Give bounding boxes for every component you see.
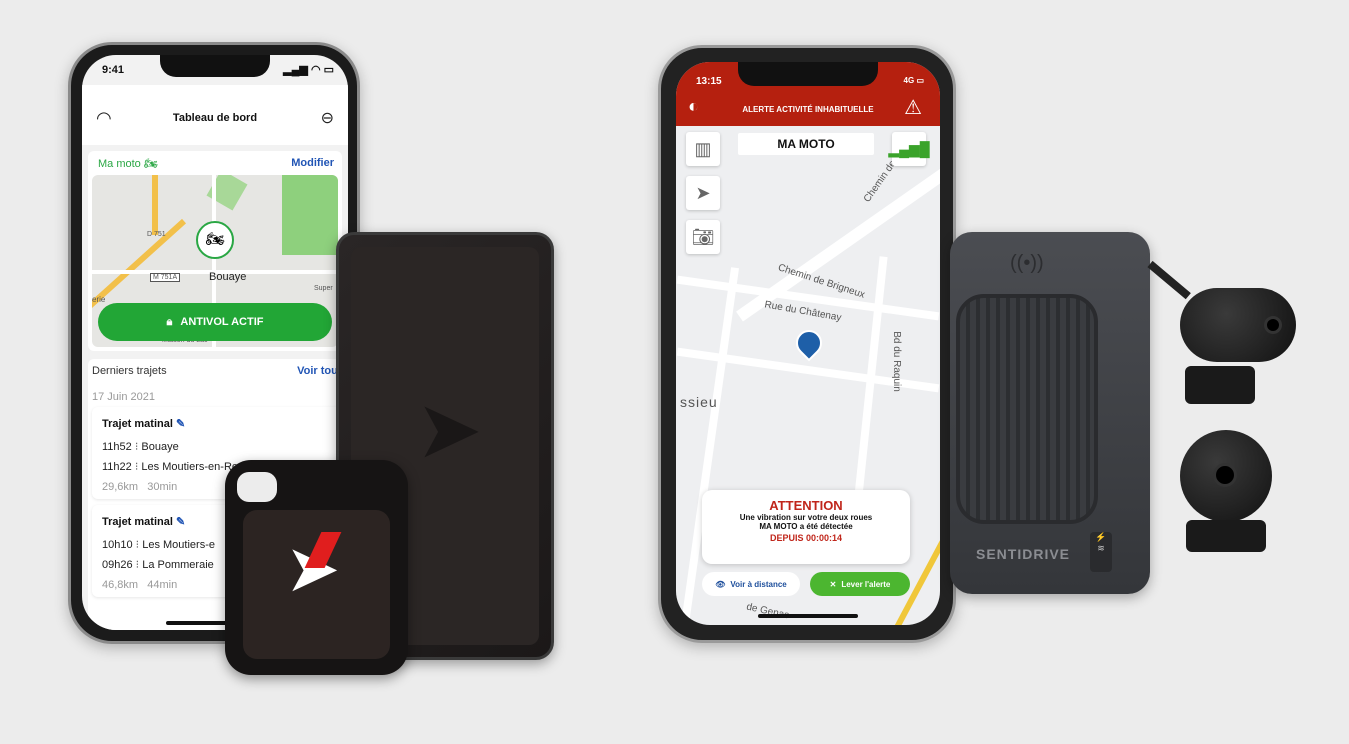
map-icon: ▥ — [694, 138, 712, 159]
edit-link[interactable]: Modifier — [291, 157, 334, 169]
alert-message: Une vibration sur votre deux roues — [739, 513, 873, 522]
sentidrive-device: ((•)) SENTIDRIVE ⚡ ≋ — [950, 232, 1150, 594]
rear-camera — [1180, 430, 1272, 522]
lock-icon: 🔒︎ — [166, 315, 173, 328]
close-icon: ✕ — [829, 579, 837, 589]
page-title: Tableau de bord — [172, 112, 258, 124]
recent-trips-label: Derniers trajets — [92, 365, 167, 377]
vehicle-name: MA MOTO — [738, 133, 874, 155]
status-time: 13:15 — [696, 76, 722, 87]
edit-pencil-icon: ✎ — [175, 516, 186, 528]
camera-icon: 📷︎ — [691, 226, 715, 247]
helmet-icon[interactable]: ⊖ — [321, 108, 334, 128]
vehicle-label: Ma moto 🏍 — [98, 158, 158, 170]
motorcycle-location-pin[interactable] — [790, 324, 828, 362]
warning-icon[interactable]: ⚠ — [904, 95, 922, 120]
dismiss-alert-button[interactable]: ✕ Lever l'alerte — [810, 572, 910, 596]
motorcycle-icon: 🏍 — [143, 158, 158, 170]
signal-strength-icon: ▂▄▆█ — [888, 132, 930, 166]
edit-pencil-icon: ✎ — [175, 418, 186, 430]
view-remote-button[interactable]: 👁︎ Voir à distance — [702, 572, 800, 596]
eye-icon: 👁︎ — [715, 579, 726, 589]
front-camera — [1180, 288, 1296, 362]
key-tag-device: ➤ — [225, 460, 408, 675]
camera-button[interactable]: 📷︎ — [686, 220, 720, 254]
alert-header: ALERTE ACTIVITÉ INHABITUELLE — [742, 105, 874, 114]
status-time: 9:41 — [102, 64, 125, 76]
antitheft-active-button[interactable]: 🔒︎ ANTIVOL ACTIF — [98, 303, 332, 341]
map-view-button[interactable]: ▥ — [686, 132, 720, 166]
navigation-arrow-icon: ➤ — [695, 182, 711, 203]
brand-logo: SENTIDRIVE — [976, 546, 1071, 562]
locate-button[interactable]: ➤ — [686, 176, 720, 210]
wireless-icon: ((•)) — [1010, 252, 1044, 274]
status-icons: ▂▄▆ ◠ ▭ — [283, 64, 334, 76]
alert-dialog: ATTENTION Une vibration sur votre deux r… — [702, 490, 910, 564]
alert-screen: 13:15 4G ▭ ◐ ALERTE ACTIVITÉ INHABITUELL… — [676, 62, 940, 625]
status-network: 4G ▭ — [903, 76, 924, 85]
alert-message: MA MOTO a été détectée — [759, 522, 853, 531]
brand-logo-icon: ➤ — [415, 385, 483, 474]
alert-duration: DEPUIS 00:00:14 — [769, 533, 843, 543]
motorcycle-location-pin[interactable]: 🏍 — [196, 221, 234, 259]
trip-date: 17 Juin 2021 — [92, 391, 155, 403]
alert-title: ATTENTION — [769, 498, 843, 513]
